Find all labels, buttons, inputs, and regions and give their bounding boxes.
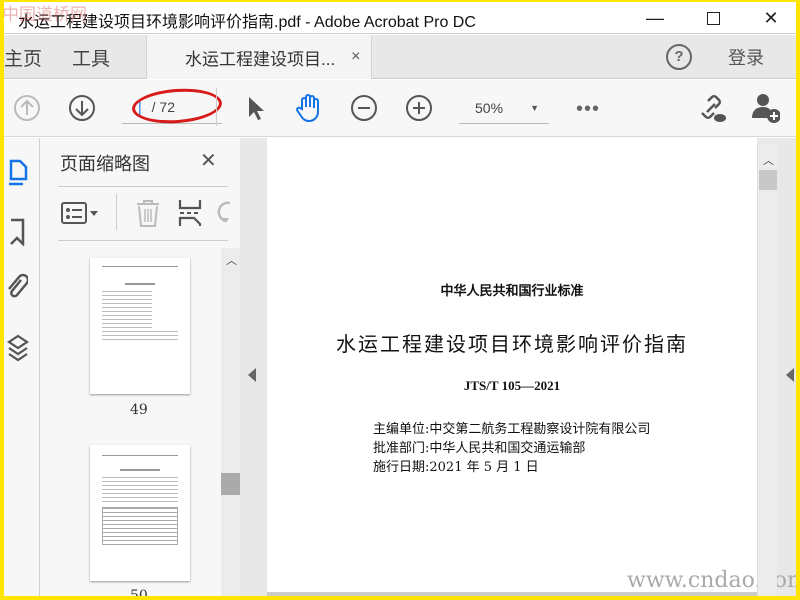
tab-document-label: 水运工程建设项目... <box>185 49 336 69</box>
thumbnail-label: 50 <box>130 588 148 596</box>
zoom-level-dropdown[interactable]: 50% ▼ <box>459 92 549 124</box>
previous-page-icon[interactable] <box>12 93 42 123</box>
collapse-left-icon[interactable] <box>248 368 256 382</box>
bookmarks-icon[interactable] <box>8 218 26 251</box>
thumbnail-page-50[interactable] <box>90 445 190 581</box>
select-tool-icon[interactable] <box>240 93 270 123</box>
panel-splitter[interactable] <box>240 138 266 596</box>
document-horizontal-scrollbar[interactable] <box>267 592 757 596</box>
thumbnail-scrollbar[interactable]: ︿ <box>221 248 240 596</box>
divider <box>58 186 228 187</box>
pdf-page: 中华人民共和国行业标准 水运工程建设项目环境影响评价指南 JTS/T 105—2… <box>267 138 796 596</box>
tab-close-icon[interactable]: × <box>351 48 360 66</box>
zoom-value: 50% <box>475 99 504 116</box>
page-thumbnails-panel: 页面缩略图 ✕ 49 50 ︿ <box>40 138 240 596</box>
thumbnail-page-49[interactable] <box>90 258 190 394</box>
document-vertical-scrollbar[interactable]: ︿ <box>757 144 777 596</box>
help-icon[interactable]: ? <box>666 44 692 70</box>
chevron-down-icon: ▼ <box>530 102 539 113</box>
divider <box>216 88 217 126</box>
delete-page-icon[interactable] <box>134 198 162 233</box>
left-icon-rail <box>4 138 40 596</box>
toolbar: | / 72 50% ▼ ••• <box>4 80 796 137</box>
add-user-icon[interactable] <box>750 93 780 123</box>
scrollbar-thumb[interactable] <box>759 170 777 190</box>
scroll-up-icon[interactable]: ︿ <box>763 152 774 168</box>
tab-home[interactable]: 主页 <box>4 35 42 79</box>
attachments-icon[interactable] <box>6 272 30 307</box>
doc-code: JTS/T 105—2021 <box>463 378 561 393</box>
tab-document[interactable]: 水运工程建设项目... × <box>146 35 372 79</box>
next-page-icon[interactable] <box>67 93 97 123</box>
maximize-button[interactable] <box>690 2 736 34</box>
acrobat-window: 水运工程建设项目环境影响评价指南.pdf - Adobe Acrobat Pro… <box>4 2 796 596</box>
hand-tool-icon[interactable] <box>294 93 324 123</box>
divider <box>116 194 117 230</box>
scrollbar-thumb[interactable] <box>221 473 240 495</box>
panel-close-icon[interactable]: ✕ <box>200 148 217 173</box>
close-window-button[interactable]: ✕ <box>748 2 794 34</box>
thumbnail-label: 49 <box>130 402 148 418</box>
zoom-in-icon[interactable] <box>404 93 434 123</box>
scroll-up-icon[interactable]: ︿ <box>226 252 237 268</box>
doc-approver: 批准部门:中华人民共和国交通运输部 <box>373 441 586 456</box>
doc-editor: 主编单位:中交第二航务工程勘察设计院有限公司 <box>373 422 651 437</box>
title-bar: 水运工程建设项目环境影响评价指南.pdf - Adobe Acrobat Pro… <box>4 2 796 34</box>
login-button[interactable]: 登录 <box>728 35 764 79</box>
doc-title: 水运工程建设项目环境影响评价指南 <box>336 332 688 356</box>
expand-right-pane-icon[interactable] <box>786 368 794 382</box>
tab-tools[interactable]: 工具 <box>72 35 110 79</box>
minimize-button[interactable]: — <box>632 2 678 34</box>
more-tools-icon[interactable]: ••• <box>576 98 600 121</box>
zoom-out-icon[interactable] <box>349 93 379 123</box>
doc-effective-date: 施行日期:2021 年 5 月 1 日 <box>373 460 539 475</box>
thumbnail-options-icon[interactable] <box>60 200 100 231</box>
document-view: 中华人民共和国行业标准 水运工程建设项目环境影响评价指南 JTS/T 105—2… <box>266 138 796 596</box>
page-thumbnails-icon[interactable] <box>8 158 28 191</box>
share-link-icon[interactable] <box>696 93 726 123</box>
tab-bar: 主页 工具 水运工程建设项目... × ? 登录 <box>4 35 796 79</box>
doc-category: 中华人民共和国行业标准 <box>440 284 584 299</box>
divider <box>58 240 228 241</box>
thumbnail-list: 49 50 <box>40 248 221 596</box>
insert-page-icon[interactable] <box>178 198 202 233</box>
watermark-logo: 中国道桥网 <box>4 5 87 25</box>
rotate-page-icon[interactable] <box>216 200 230 226</box>
panel-title: 页面缩略图 <box>60 154 150 174</box>
layers-icon[interactable] <box>6 332 30 367</box>
